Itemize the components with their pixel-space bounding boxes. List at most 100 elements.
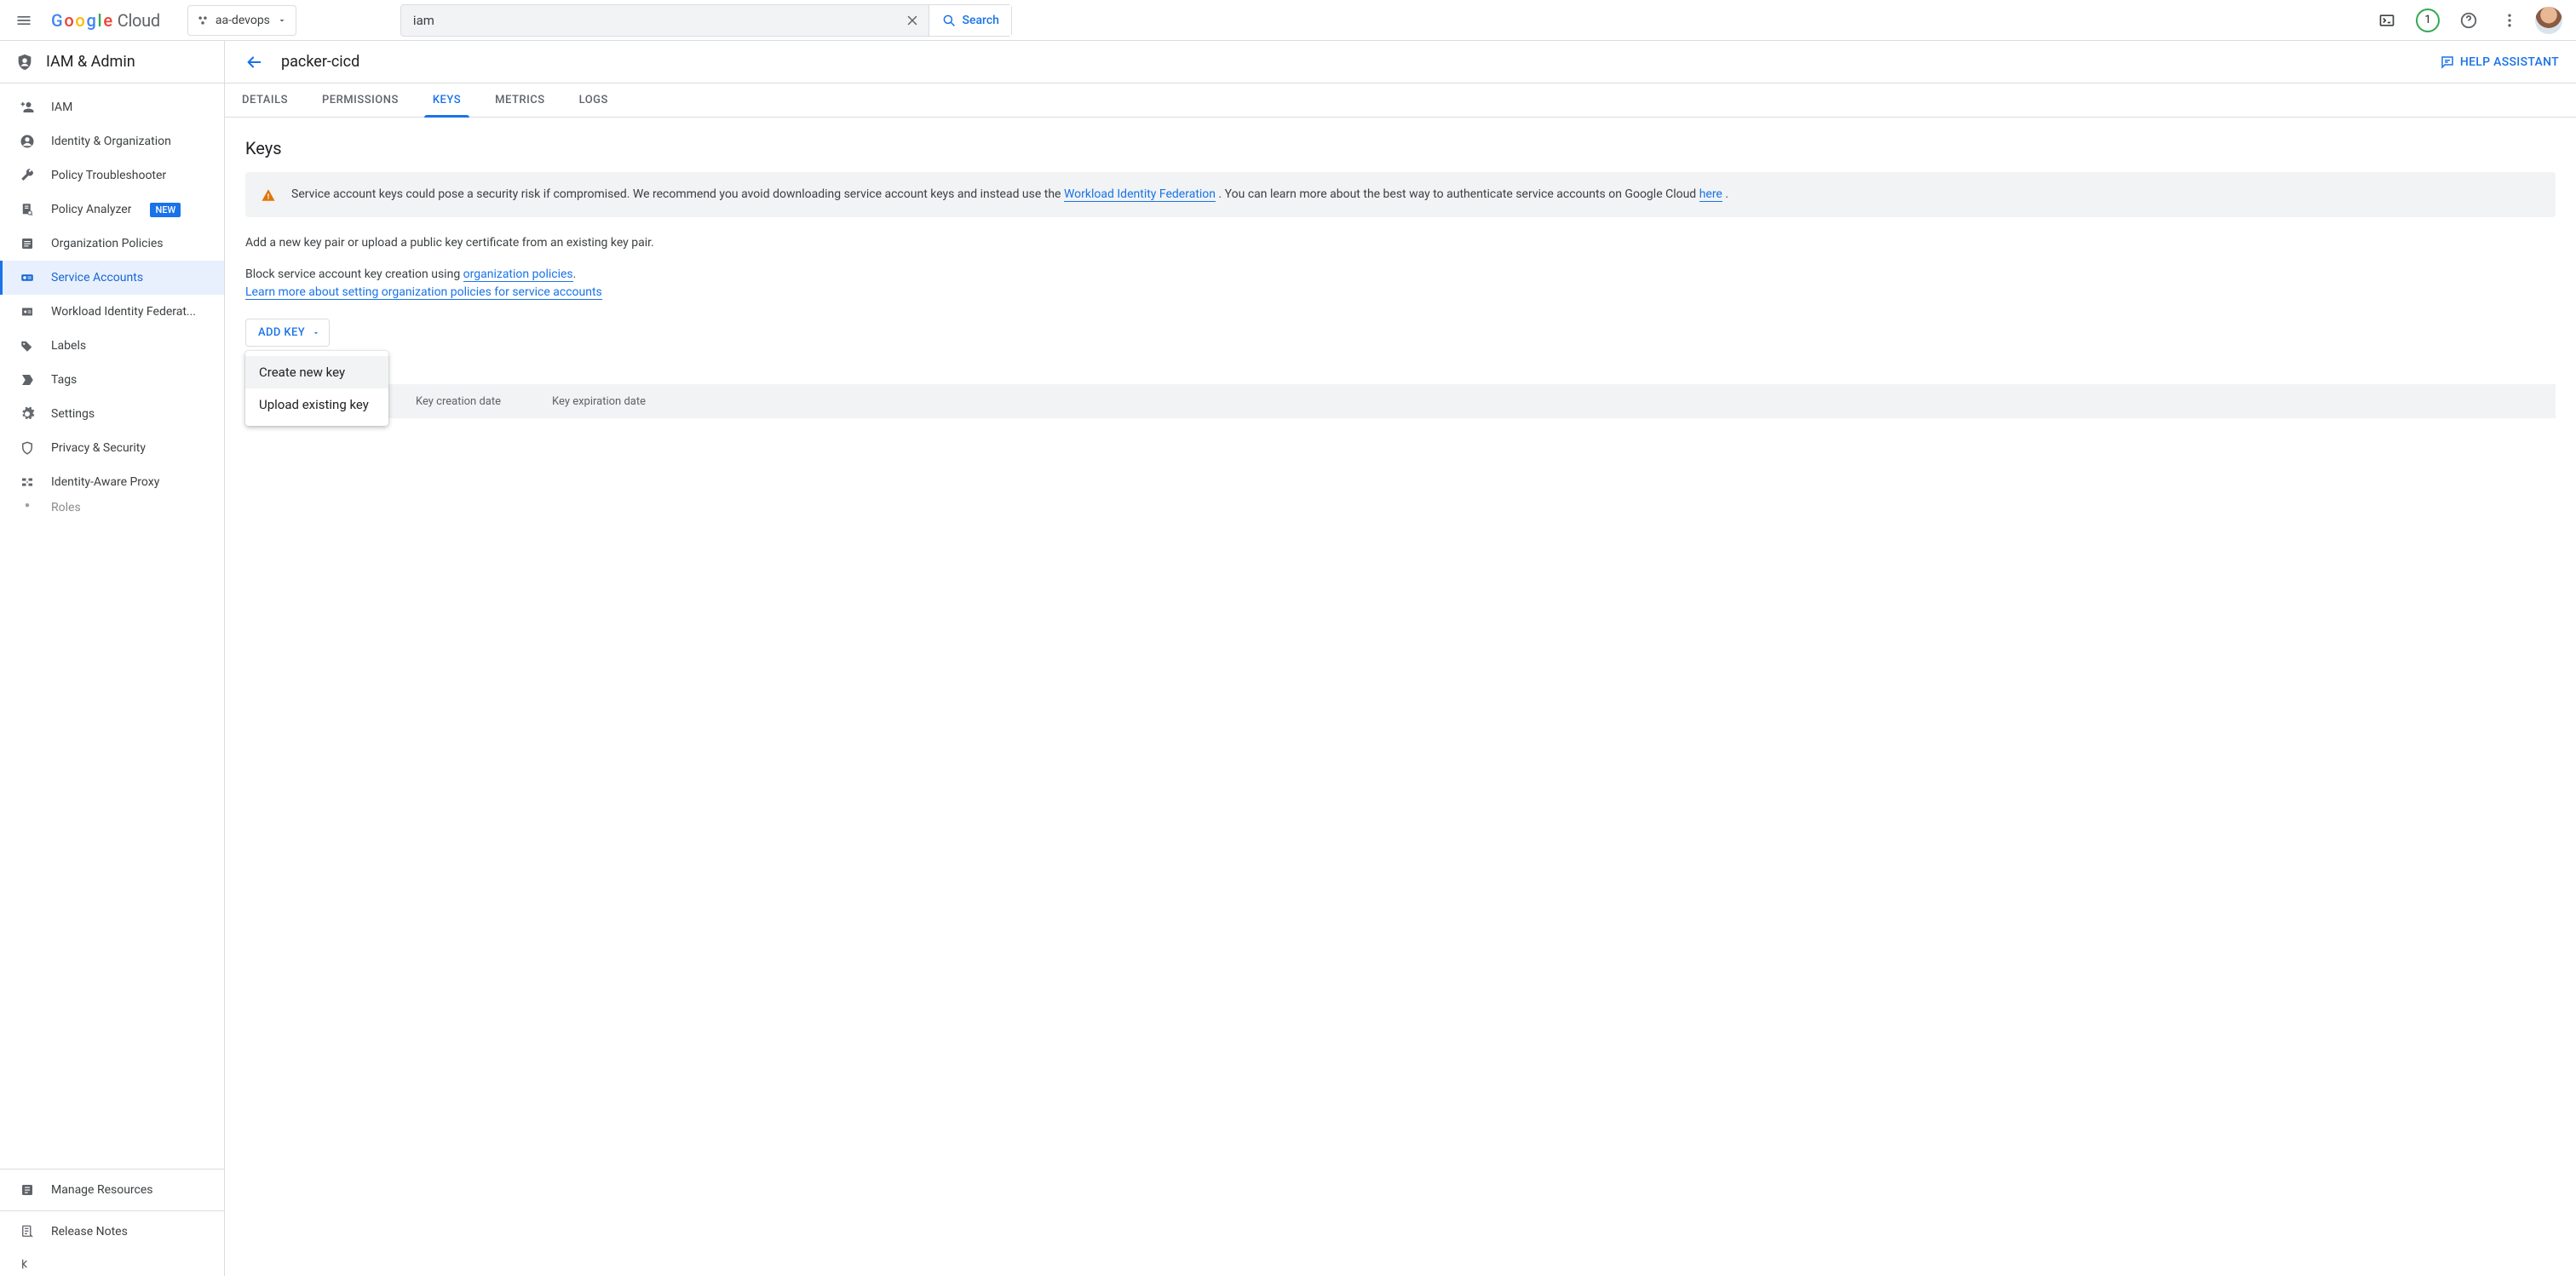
caret-down-icon bbox=[277, 15, 287, 26]
help-assistant-button[interactable]: HELP ASSISTANT bbox=[2440, 55, 2559, 70]
tab-keys[interactable]: KEYS bbox=[433, 83, 461, 117]
new-badge: NEW bbox=[150, 203, 181, 217]
tab-logs[interactable]: LOGS bbox=[579, 83, 608, 117]
add-key-dropdown: Create new key Upload existing key bbox=[245, 351, 388, 426]
sidebar: IAM & Admin IAM Identity & Organization … bbox=[0, 41, 225, 1276]
top-bar: Google Cloud aa-devops Search 1 bbox=[0, 0, 2576, 41]
shield-icon bbox=[15, 52, 34, 72]
alert-text-part: . You can learn more about the best way … bbox=[1219, 187, 1699, 201]
notifications-badge[interactable]: 1 bbox=[2412, 5, 2443, 36]
project-picker[interactable]: aa-devops bbox=[187, 5, 296, 36]
sidebar-item-workload-identity[interactable]: Workload Identity Federat... bbox=[0, 295, 224, 329]
add-key-button[interactable]: ADD KEY bbox=[245, 319, 330, 347]
sidebar-item-manage-resources[interactable]: Manage Resources bbox=[0, 1170, 224, 1210]
sidebar-item-label: Privacy & Security bbox=[51, 441, 146, 455]
main-content: packer-cicd HELP ASSISTANT DETAILS PERMI… bbox=[225, 41, 2576, 1276]
dropdown-upload-existing-key[interactable]: Upload existing key bbox=[245, 388, 388, 421]
help-icon[interactable] bbox=[2453, 5, 2484, 36]
gear-icon bbox=[19, 405, 36, 422]
hamburger-menu-icon[interactable] bbox=[7, 3, 41, 37]
account-circle-icon bbox=[19, 133, 36, 150]
sidebar-item-org-policies[interactable]: Organization Policies bbox=[0, 227, 224, 261]
caret-down-icon bbox=[312, 329, 320, 337]
sidebar-item-tags[interactable]: Tags bbox=[0, 363, 224, 397]
sidebar-item-label: Policy Troubleshooter bbox=[51, 169, 166, 182]
search-input[interactable] bbox=[401, 5, 897, 36]
search-button[interactable]: Search bbox=[929, 5, 1010, 36]
bookmark-icon bbox=[19, 371, 36, 388]
wrench-icon bbox=[19, 167, 36, 184]
sidebar-item-iam[interactable]: IAM bbox=[0, 90, 224, 124]
tab-label: DETAILS bbox=[242, 94, 288, 106]
text-part: Block service account key creation using bbox=[245, 267, 463, 281]
tab-label: PERMISSIONS bbox=[322, 94, 399, 106]
search-icon bbox=[941, 13, 957, 28]
sidebar-header: IAM & Admin bbox=[0, 41, 224, 83]
sidebar-item-labels[interactable]: Labels bbox=[0, 329, 224, 363]
sidebar-item-release-notes[interactable]: Release Notes bbox=[0, 1211, 224, 1252]
document-search-icon bbox=[19, 201, 36, 218]
more-vert-icon[interactable] bbox=[2494, 5, 2525, 36]
cloud-shell-icon[interactable] bbox=[2372, 5, 2402, 36]
dropdown-item-label: Upload existing key bbox=[259, 397, 369, 412]
back-arrow-icon[interactable] bbox=[242, 50, 266, 74]
link-learn-more[interactable]: Learn more about setting organization po… bbox=[245, 285, 602, 300]
sidebar-item-label: Service Accounts bbox=[51, 271, 143, 285]
sidebar-item-label: Identity-Aware Proxy bbox=[51, 475, 159, 489]
dropdown-item-label: Create new key bbox=[259, 365, 345, 380]
security-alert: Service account keys could pose a securi… bbox=[245, 172, 2556, 217]
dropdown-create-new-key[interactable]: Create new key bbox=[245, 356, 388, 388]
instruction-text-2: Block service account key creation using… bbox=[245, 266, 2556, 302]
list-icon bbox=[19, 235, 36, 252]
sidebar-item-iap[interactable]: Identity-Aware Proxy bbox=[0, 465, 224, 499]
shield-outline-icon bbox=[19, 440, 36, 457]
tab-details[interactable]: DETAILS bbox=[242, 83, 288, 117]
section-title: Keys bbox=[245, 138, 2556, 158]
sidebar-item-roles-partial[interactable]: Roles bbox=[0, 499, 224, 516]
col-key-expiration-date: Key expiration date bbox=[552, 395, 646, 408]
notes-icon bbox=[19, 1223, 36, 1240]
sidebar-item-settings[interactable]: Settings bbox=[0, 397, 224, 431]
search-bar: Search bbox=[400, 4, 1012, 37]
sidebar-item-label: Identity & Organization bbox=[51, 135, 171, 148]
sidebar-collapse-icon[interactable] bbox=[0, 1252, 224, 1276]
tab-label: METRICS bbox=[495, 94, 544, 106]
search-button-label: Search bbox=[962, 14, 998, 27]
tab-metrics[interactable]: METRICS bbox=[495, 83, 544, 117]
roles-icon bbox=[19, 499, 36, 516]
col-key-creation-date: Key creation date bbox=[416, 395, 501, 408]
search-clear-icon[interactable] bbox=[896, 5, 929, 36]
badge-icon bbox=[19, 303, 36, 320]
manage-icon bbox=[19, 1181, 36, 1198]
sidebar-item-label: Roles bbox=[51, 501, 81, 514]
sidebar-item-service-accounts[interactable]: Service Accounts bbox=[0, 261, 224, 295]
product-suffix: Cloud bbox=[118, 10, 160, 31]
sidebar-item-identity-org[interactable]: Identity & Organization bbox=[0, 124, 224, 158]
sidebar-item-label: Tags bbox=[51, 373, 77, 387]
tabs: DETAILS PERMISSIONS KEYS METRICS LOGS bbox=[225, 83, 2576, 118]
alert-link-wif[interactable]: Workload Identity Federation bbox=[1064, 187, 1216, 202]
person-add-icon bbox=[19, 99, 36, 116]
sidebar-item-label: Workload Identity Federat... bbox=[51, 305, 196, 319]
sidebar-title: IAM & Admin bbox=[46, 53, 135, 71]
sidebar-item-label: Release Notes bbox=[51, 1225, 128, 1239]
tab-permissions[interactable]: PERMISSIONS bbox=[322, 83, 399, 117]
keys-table-header: Key creation date Key expiration date bbox=[245, 384, 2556, 418]
sidebar-item-label: Manage Resources bbox=[51, 1183, 153, 1197]
link-org-policies[interactable]: organization policies bbox=[463, 267, 573, 282]
service-account-icon bbox=[19, 269, 36, 286]
avatar[interactable] bbox=[2535, 7, 2562, 34]
sidebar-item-policy-analyzer[interactable]: Policy Analyzer NEW bbox=[0, 193, 224, 227]
sidebar-item-troubleshooter[interactable]: Policy Troubleshooter bbox=[0, 158, 224, 193]
product-logo[interactable]: Google Cloud bbox=[51, 10, 160, 31]
sidebar-item-privacy-security[interactable]: Privacy & Security bbox=[0, 431, 224, 465]
iap-icon bbox=[19, 474, 36, 491]
alert-link-here[interactable]: here bbox=[1699, 187, 1722, 202]
alert-text: Service account keys could pose a securi… bbox=[291, 186, 1728, 204]
chat-icon bbox=[2440, 55, 2455, 70]
badge-count: 1 bbox=[2424, 14, 2430, 26]
tab-label: KEYS bbox=[433, 94, 461, 106]
alert-text-part: Service account keys could pose a securi… bbox=[291, 187, 1064, 201]
page-header: packer-cicd HELP ASSISTANT bbox=[225, 41, 2576, 83]
warning-icon bbox=[261, 187, 276, 203]
